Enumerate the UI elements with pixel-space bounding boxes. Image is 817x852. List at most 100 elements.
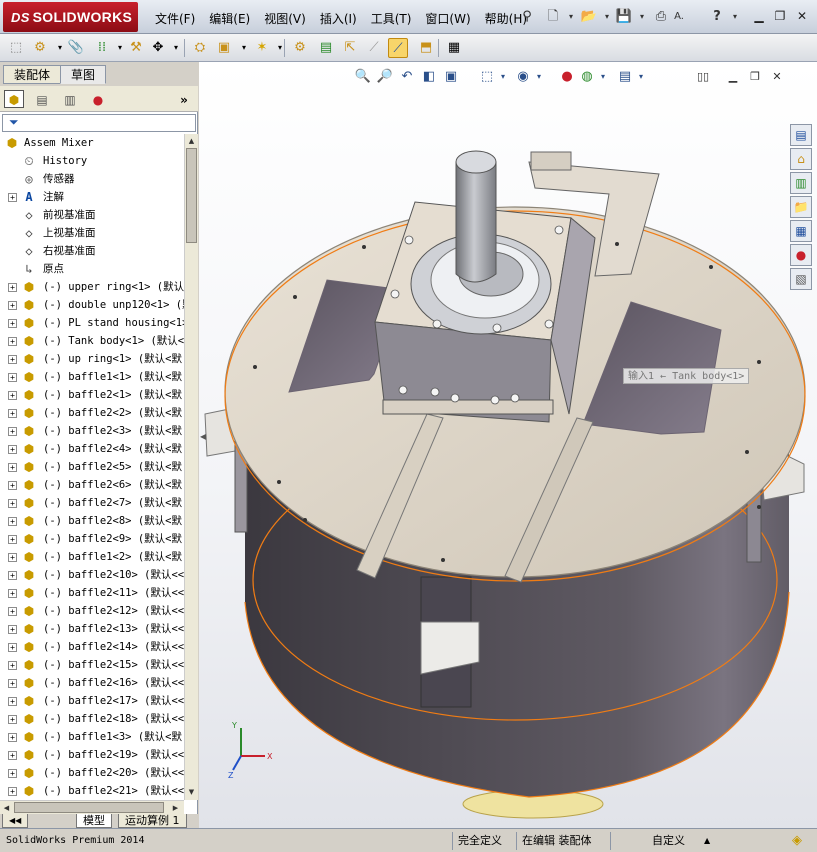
expand-toggle-icon[interactable]: + [8, 697, 17, 706]
edit-appearance-icon[interactable]: ● [558, 68, 576, 86]
expand-toggle-icon[interactable]: + [8, 517, 17, 526]
tree-item[interactable]: + ⬢ (-) baffle2<4> (默认<默 [0, 440, 184, 458]
expand-panel-icon[interactable]: » [174, 90, 194, 108]
property-manager-tab-icon[interactable]: ▤ [32, 90, 52, 108]
tree-item[interactable]: + A 注解 [0, 188, 184, 206]
menu-file[interactable]: 文件(F) [148, 8, 202, 28]
scroll-down-icon[interactable]: ▼ [186, 786, 197, 798]
tree-item[interactable]: + ⬢ (-) baffle2<19> (默认<< [0, 746, 184, 764]
viewport-close-icon[interactable]: ✕ [769, 70, 785, 84]
show-hidden-icon[interactable]: ⛭ [190, 38, 210, 58]
insert-component-icon[interactable]: ⬚ [6, 38, 26, 58]
tree-item[interactable]: ◇ 右视基准面 [0, 242, 184, 260]
tree-item[interactable]: ↳ 原点 [0, 260, 184, 278]
tree-item[interactable]: + ⬢ (-) baffle2<2> (默认<默 [0, 404, 184, 422]
expand-toggle-icon[interactable]: + [8, 535, 17, 544]
tree-item[interactable]: ◇ 上视基准面 [0, 224, 184, 242]
instant3d-icon[interactable]: ⟋ [388, 38, 408, 58]
chevron-down-icon[interactable]: ▾ [494, 68, 512, 86]
expand-toggle-icon[interactable]: + [8, 427, 17, 436]
move-component-icon[interactable]: ✥ [148, 38, 168, 58]
custom-properties-icon[interactable]: ▧ [790, 268, 812, 290]
expand-toggle-icon[interactable]: + [8, 769, 17, 778]
panel-collapse-arrow-icon[interactable]: ◀ [200, 426, 208, 448]
expand-toggle-icon[interactable]: + [8, 319, 17, 328]
expand-toggle-icon[interactable]: + [8, 661, 17, 670]
scroll-right-icon[interactable]: ▶ [170, 802, 181, 814]
display-manager-tab-icon[interactable]: ● [88, 90, 108, 108]
tree-item[interactable]: + ⬢ (-) baffle1<1> (默认<默 [0, 368, 184, 386]
menu-window[interactable]: 窗口(W) [418, 8, 477, 28]
explode-line-sketch-icon[interactable]: ⟋ [364, 38, 384, 58]
appearances-icon[interactable]: ● [790, 244, 812, 266]
agitator-shaft[interactable] [455, 161, 497, 283]
expand-toggle-icon[interactable]: + [8, 193, 17, 202]
mate-icon[interactable]: ⚙ [30, 38, 50, 58]
chevron-down-icon[interactable]: ▾ [632, 68, 650, 86]
section-view-icon[interactable]: ◧ [420, 68, 438, 86]
tree-item[interactable]: + ⬢ (-) baffle2<18> (默认<< [0, 710, 184, 728]
tree-item[interactable]: ◇ 前视基准面 [0, 206, 184, 224]
tree-item[interactable]: + ⬢ (-) baffle2<8> (默认<默 [0, 512, 184, 530]
expand-toggle-icon[interactable]: + [8, 643, 17, 652]
open-folder-icon[interactable]: 📂 [580, 8, 598, 26]
expand-toggle-icon[interactable]: + [8, 355, 17, 364]
tree-horizontal-scroll-thumb[interactable] [14, 802, 164, 813]
tree-item[interactable]: + ⬢ (-) baffle2<16> (默认<< [0, 674, 184, 692]
tree-item[interactable]: ⏲ History [0, 152, 184, 170]
expand-toggle-icon[interactable]: + [8, 337, 17, 346]
expand-toggle-icon[interactable]: + [8, 571, 17, 580]
chevron-down-icon[interactable]: ▾ [594, 68, 612, 86]
chevron-down-icon[interactable]: ▾ [530, 68, 548, 86]
smart-fasteners-icon[interactable]: ⚒ [126, 38, 146, 58]
file-explorer-icon[interactable]: 📁 [790, 196, 812, 218]
chevron-down-icon[interactable]: ▾ [234, 38, 254, 58]
tree-item[interactable]: + ⬢ (-) baffle2<5> (默认<默 [0, 458, 184, 476]
menu-tools[interactable]: 工具(T) [364, 8, 419, 28]
tree-filter-field[interactable]: ⏷ [2, 114, 196, 132]
solidworks-resources-icon[interactable]: ▤ [790, 124, 812, 146]
tree-item[interactable]: + ⬢ (-) baffle2<20> (默认<< [0, 764, 184, 782]
paperclip-icon[interactable]: 📎 [66, 38, 86, 58]
tree-item[interactable]: + ⬢ (-) baffle1<2> (默认<默 [0, 548, 184, 566]
expand-toggle-icon[interactable]: + [8, 409, 17, 418]
design-library-icon[interactable]: ▥ [790, 172, 812, 194]
chevron-down-icon[interactable]: ▾ [270, 38, 290, 58]
tree-vertical-scroll-thumb[interactable] [186, 148, 197, 243]
graphics-area[interactable]: 输入1 ← Tank body<1> 🔍 🔎 ↶ ◧ ▣ ⬚ ▾ ◉ ▾ ● ◍… [199, 62, 817, 828]
menu-view[interactable]: 视图(V) [257, 8, 313, 28]
tree-item[interactable]: + ⬢ (-) baffle2<3> (默认<默 [0, 422, 184, 440]
scroll-left-icon[interactable]: ◀ [1, 802, 12, 814]
menu-edit[interactable]: 编辑(E) [202, 8, 257, 28]
expand-toggle-icon[interactable]: + [8, 499, 17, 508]
pin-icon[interactable]: ⚲ [518, 8, 536, 26]
feature-manager-tab-icon[interactable]: ⬢ [4, 90, 24, 108]
viewport-tile-icon[interactable]: ▯▯ [695, 70, 711, 84]
tree-vertical-scrollbar[interactable]: ▲ ▼ [184, 134, 198, 800]
tree-item[interactable]: + ⬢ (-) baffle2<7> (默认<默 [0, 494, 184, 512]
expand-toggle-icon[interactable]: + [8, 589, 17, 598]
previous-view-icon[interactable]: ↶ [398, 68, 416, 86]
zoom-to-area-icon[interactable]: 🔎 [376, 68, 394, 86]
options-letters[interactable]: A. [670, 8, 688, 26]
minimize-icon[interactable]: ▁ [750, 8, 768, 24]
help-icon[interactable]: ? [708, 8, 726, 26]
tree-item[interactable]: + ⬢ (-) baffle2<15> (默认<< [0, 656, 184, 674]
home-icon[interactable]: ⌂ [790, 148, 812, 170]
tree-item[interactable]: + ⬢ (-) baffle1<3> (默认<默 [0, 728, 184, 746]
chevron-down-icon[interactable]: ▾ [562, 8, 580, 26]
tree-item[interactable]: + ⬢ (-) baffle2<9> (默认<默 [0, 530, 184, 548]
tree-item[interactable]: + ⬢ (-) baffle2<10> (默认<< [0, 566, 184, 584]
update-speedpak-icon[interactable]: ⬒ [416, 38, 436, 58]
tree-item[interactable]: + ⬢ (-) baffle2<21> (默认<< [0, 782, 184, 800]
expand-toggle-icon[interactable]: + [8, 625, 17, 634]
exploded-view-icon[interactable]: ⇱ [340, 38, 360, 58]
units-arrow-icon[interactable]: ▲ [704, 833, 710, 849]
rebuild-status-icon[interactable]: ◈ [792, 833, 802, 849]
tree-item[interactable]: + ⬢ (-) PL stand housing<1> [0, 314, 184, 332]
bill-of-materials-icon[interactable]: ▤ [316, 38, 336, 58]
chevron-down-icon[interactable]: ▾ [598, 8, 616, 26]
expand-toggle-icon[interactable]: + [8, 373, 17, 382]
expand-toggle-icon[interactable]: + [8, 787, 17, 796]
close-icon[interactable]: ✕ [793, 8, 811, 24]
